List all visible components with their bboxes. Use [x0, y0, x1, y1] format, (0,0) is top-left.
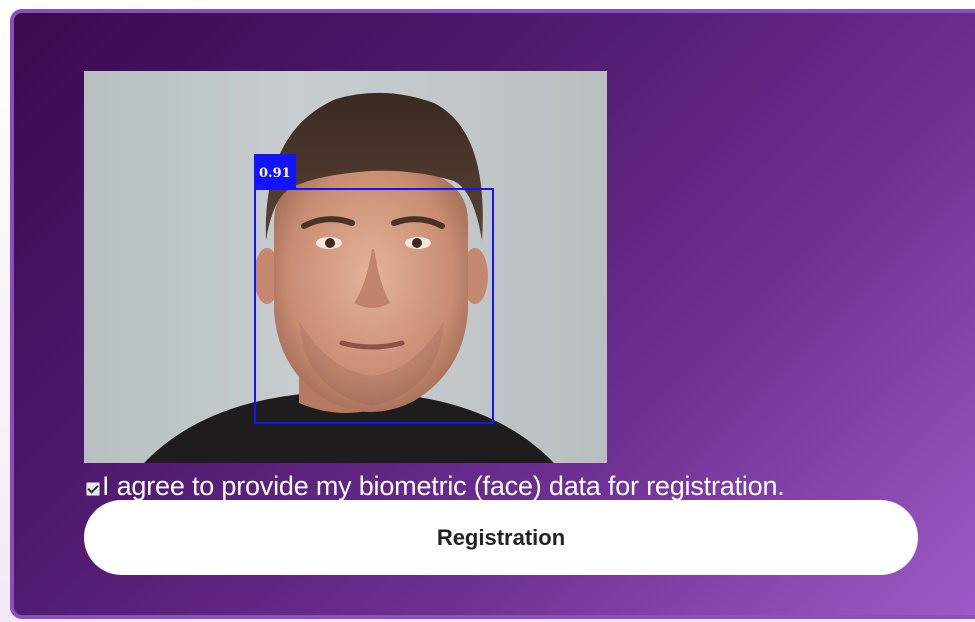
consent-label: I agree to provide my biometric (face) d…	[102, 471, 785, 501]
registration-button[interactable]: Registration	[84, 500, 918, 575]
page-background: 0.91 I agree to provide my biometric (fa…	[0, 0, 975, 622]
detection-score-label: 0.91	[254, 154, 296, 188]
consent-checkbox[interactable]	[86, 481, 100, 496]
registration-card: 0.91 I agree to provide my biometric (fa…	[10, 9, 975, 619]
consent-checkbox-row[interactable]: I agree to provide my biometric (face) d…	[86, 471, 785, 502]
face-detection-box	[254, 188, 494, 424]
camera-preview: 0.91	[84, 71, 607, 463]
